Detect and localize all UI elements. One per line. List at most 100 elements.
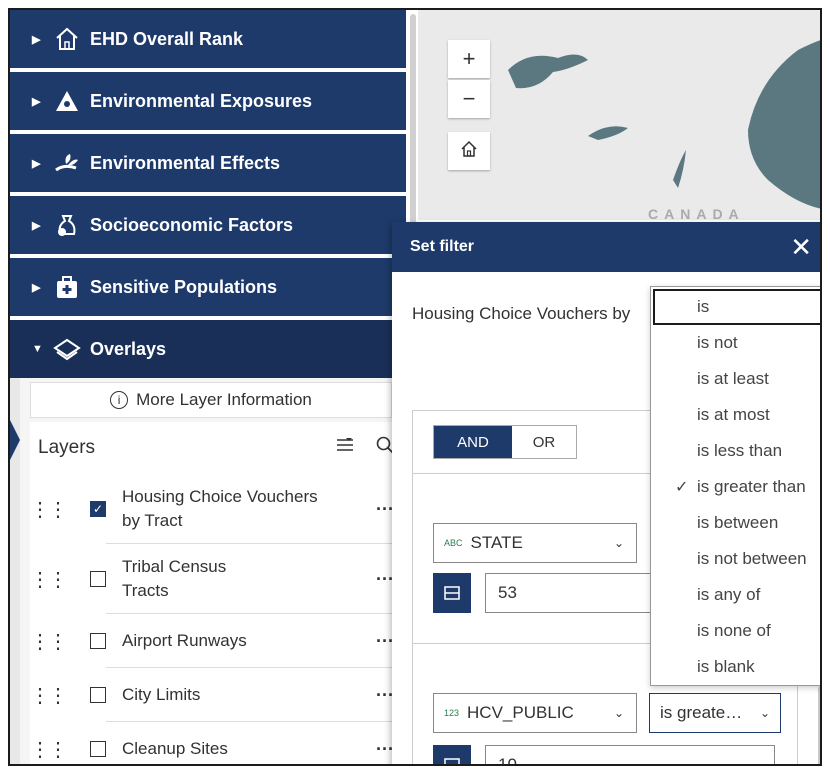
option-label: is bbox=[697, 297, 710, 316]
layer-item[interactable]: ⋮⋮ ✓ Housing Choice Vouchers by Tract ··… bbox=[30, 474, 402, 544]
layer-item[interactable]: ⋮⋮ City Limits ··· bbox=[30, 668, 402, 722]
input-mode-button[interactable] bbox=[433, 745, 471, 764]
layer-checkbox[interactable] bbox=[90, 571, 106, 587]
drag-handle-icon[interactable]: ⋮⋮ bbox=[30, 629, 68, 654]
map-country-label: CANADA bbox=[648, 206, 745, 220]
chevron-down-icon: ⌄ bbox=[759, 706, 770, 720]
zoom-out-button[interactable]: − bbox=[448, 80, 490, 118]
value-input-hcv-public[interactable]: 10 bbox=[485, 745, 775, 764]
option-label: is none of bbox=[697, 621, 771, 640]
option-label: is not bbox=[697, 333, 738, 352]
caret-right-icon: ▶ bbox=[32, 157, 41, 170]
option-is-at-most[interactable]: is at most bbox=[651, 397, 820, 433]
field-type-prefix: ABC bbox=[444, 538, 463, 548]
app-frame: ▶ EHD Overall Rank ▶ Environmental Expos… bbox=[8, 8, 822, 766]
chevron-down-icon: ⌄ bbox=[613, 706, 624, 720]
option-label: is greater than bbox=[697, 477, 806, 496]
accordion-ehd-overall-rank[interactable]: ▶ EHD Overall Rank bbox=[10, 10, 406, 68]
input-mode-button[interactable] bbox=[433, 573, 471, 613]
option-label: is any of bbox=[697, 585, 761, 604]
operator-value: is greate… bbox=[660, 703, 743, 722]
layer-checkbox[interactable]: ✓ bbox=[90, 501, 106, 517]
option-label: is blank bbox=[697, 657, 755, 676]
filter-header: Set filter ✕ bbox=[392, 222, 820, 272]
more-layer-info-button[interactable]: i More Layer Information bbox=[30, 382, 392, 418]
accordion-environmental-effects[interactable]: ▶ Environmental Effects bbox=[10, 134, 406, 192]
filter-title: Set filter bbox=[410, 238, 475, 255]
caret-right-icon: ▶ bbox=[32, 33, 41, 46]
layer-item[interactable]: ⋮⋮ Tribal Census Tracts ··· bbox=[30, 544, 402, 614]
option-label: is less than bbox=[697, 441, 783, 460]
option-is-at-least[interactable]: is at least bbox=[651, 361, 820, 397]
option-label: is at least bbox=[697, 369, 769, 388]
chevron-down-icon: ⌄ bbox=[613, 536, 624, 550]
option-is-blank[interactable]: is blank bbox=[651, 649, 820, 685]
list-mode-icon bbox=[444, 758, 460, 764]
field-name: HCV_PUBLIC bbox=[467, 703, 574, 722]
plant-hand-icon bbox=[52, 148, 82, 178]
accordion-label: Socioeconomic Factors bbox=[90, 214, 294, 235]
operator-dropdown: is is not is at least is at most is less… bbox=[650, 286, 820, 686]
option-is-not[interactable]: is not bbox=[651, 325, 820, 361]
caret-right-icon: ▶ bbox=[32, 219, 41, 232]
accordion-sensitive-populations[interactable]: ▶ Sensitive Populations bbox=[10, 258, 406, 316]
field-type-prefix: 123 bbox=[444, 708, 460, 718]
layers-panel: i More Layer Information Layers ⋮⋮ ✓ Hou… bbox=[10, 378, 406, 764]
first-aid-icon bbox=[52, 272, 82, 302]
option-is-less-than[interactable]: is less than bbox=[651, 433, 820, 469]
option-is[interactable]: is bbox=[653, 289, 820, 325]
layer-list: ⋮⋮ ✓ Housing Choice Vouchers by Tract ··… bbox=[30, 474, 402, 764]
or-button[interactable]: OR bbox=[512, 426, 576, 458]
info-icon: i bbox=[110, 391, 129, 409]
and-button[interactable]: AND bbox=[434, 426, 512, 458]
field-select-state[interactable]: ABC STATE ⌄ bbox=[433, 523, 637, 563]
layers-icon bbox=[52, 334, 82, 364]
more-info-label: More Layer Information bbox=[136, 390, 312, 409]
layer-item[interactable]: ⋮⋮ Airport Runways ··· bbox=[30, 614, 402, 668]
layer-checkbox[interactable] bbox=[90, 741, 106, 757]
home-view-button[interactable] bbox=[448, 132, 490, 170]
layer-label: Housing Choice Vouchers by Tract bbox=[122, 487, 318, 530]
accordion-label: Overlays bbox=[90, 338, 167, 359]
field-select-hcv-public[interactable]: 123 HCV_PUBLIC ⌄ bbox=[433, 693, 637, 733]
drag-handle-icon[interactable]: ⋮⋮ bbox=[30, 683, 68, 708]
drag-handle-icon[interactable]: ⋮⋮ bbox=[30, 737, 68, 762]
home-icon bbox=[52, 24, 82, 54]
map-view[interactable]: + − CANADA bbox=[418, 10, 820, 220]
value-input-state[interactable]: 53 bbox=[485, 573, 665, 613]
layers-header: Layers bbox=[30, 422, 402, 474]
accordion-environmental-exposures[interactable]: ▶ Environmental Exposures bbox=[10, 72, 406, 130]
accordion-socioeconomic-factors[interactable]: ▶ Socioeconomic Factors bbox=[10, 196, 406, 254]
option-is-greater-than[interactable]: ✓ is greater than bbox=[651, 469, 820, 505]
accordion-label: EHD Overall Rank bbox=[90, 28, 244, 49]
list-mode-icon bbox=[444, 586, 460, 600]
option-label: is between bbox=[697, 513, 779, 532]
field-name: STATE bbox=[470, 533, 523, 552]
layer-checkbox[interactable] bbox=[90, 687, 106, 703]
filter-description: Housing Choice Vouchers by bbox=[412, 304, 631, 323]
layer-label: City Limits bbox=[122, 685, 201, 704]
layers-title: Layers bbox=[38, 437, 96, 458]
option-is-between[interactable]: is between bbox=[651, 505, 820, 541]
zoom-in-button[interactable]: + bbox=[448, 40, 490, 78]
drag-handle-icon[interactable]: ⋮⋮ bbox=[30, 567, 68, 592]
filter-scrollbar[interactable] bbox=[818, 686, 820, 764]
layer-checkbox[interactable] bbox=[90, 633, 106, 649]
sidebar-accordion: ▶ EHD Overall Rank ▶ Environmental Expos… bbox=[10, 10, 406, 382]
option-is-any-of[interactable]: is any of bbox=[651, 577, 820, 613]
accordion-overlays[interactable]: ▼ Overlays bbox=[10, 320, 406, 378]
caret-down-icon: ▼ bbox=[32, 343, 43, 355]
option-is-none-of[interactable]: is none of bbox=[651, 613, 820, 649]
close-icon[interactable]: ✕ bbox=[790, 232, 812, 263]
filter-list-icon[interactable] bbox=[336, 436, 354, 460]
layer-item[interactable]: ⋮⋮ Cleanup Sites ··· bbox=[30, 722, 402, 764]
drag-handle-icon[interactable]: ⋮⋮ bbox=[30, 497, 68, 522]
layer-label: Cleanup Sites bbox=[122, 739, 228, 758]
and-or-toggle: AND OR bbox=[433, 425, 577, 459]
option-label: is not between bbox=[697, 549, 807, 568]
accordion-label: Sensitive Populations bbox=[90, 276, 278, 297]
operator-select[interactable]: is greate… ⌄ bbox=[649, 693, 781, 733]
accordion-label: Environmental Effects bbox=[90, 152, 281, 173]
option-is-not-between[interactable]: is not between bbox=[651, 541, 820, 577]
caret-right-icon: ▶ bbox=[32, 95, 41, 108]
